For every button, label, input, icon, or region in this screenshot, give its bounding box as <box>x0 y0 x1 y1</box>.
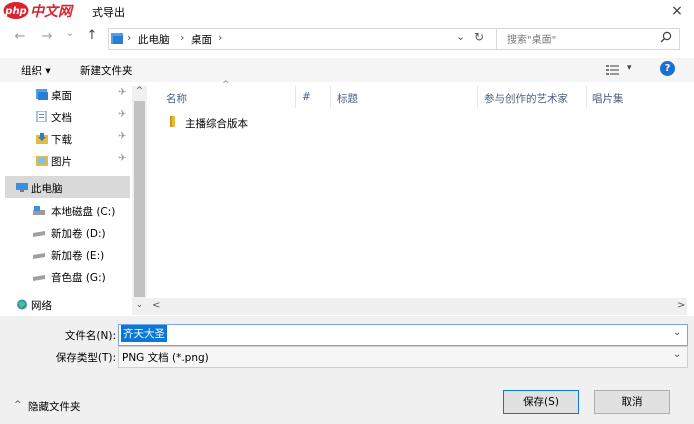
up-button[interactable]: ↑ <box>85 28 99 43</box>
file-name: 主播综合版本 <box>185 118 248 130</box>
column-header-artist[interactable]: 参与创作的艺术家 <box>484 91 568 106</box>
organize-button[interactable]: 组织 ▾ <box>21 63 51 78</box>
nav-item-label: 文档 <box>51 112 72 124</box>
breadcrumb-this-pc[interactable]: 此电脑 <box>138 32 170 47</box>
desktop-folder-icon <box>111 33 123 44</box>
hide-folders-button[interactable]: 隐藏文件夹 <box>28 399 81 414</box>
new-folder-button[interactable]: 新建文件夹 <box>80 63 133 78</box>
nav-item-label: 下载 <box>51 134 72 146</box>
documents-folder-icon <box>36 111 47 122</box>
search-placeholder: 搜索"桌面" <box>507 35 557 46</box>
column-separator[interactable] <box>586 86 587 108</box>
nav-item-label: 新加卷 (D:) <box>51 228 106 240</box>
breadcrumb-separator: › <box>218 31 223 44</box>
filename-input[interactable] <box>118 324 688 346</box>
scroll-left-arrow[interactable]: < <box>152 300 160 311</box>
sort-indicator: ^ <box>222 80 230 90</box>
horizontal-scrollbar[interactable] <box>147 298 687 315</box>
forward-button[interactable]: → <box>40 29 54 44</box>
column-separator[interactable] <box>330 86 331 108</box>
nav-item-label: 网络 <box>31 300 52 312</box>
nav-item-pictures[interactable]: 图片 ✈ <box>0 150 132 172</box>
drive-icon <box>33 253 45 259</box>
nav-item-label: 本地磁盘 (C:) <box>51 206 116 218</box>
breadcrumb-separator: › <box>180 31 185 44</box>
desktop-folder-icon <box>36 89 48 100</box>
nav-item-downloads[interactable]: 下载 ✈ <box>0 128 132 150</box>
back-button[interactable]: ← <box>13 29 27 44</box>
nav-item-label: 新加卷 (E:) <box>51 250 105 262</box>
drive-icon <box>33 231 45 237</box>
nav-item-drive-g[interactable]: 音色盘 (G:) <box>0 266 132 288</box>
column-header-album[interactable]: 唱片集 <box>592 91 624 106</box>
pin-icon[interactable]: ✈ <box>118 109 126 120</box>
nav-item-label: 此电脑 <box>31 183 63 195</box>
downloads-folder-icon <box>36 133 48 144</box>
nav-item-drive-d[interactable]: 新加卷 (D:) <box>0 222 132 244</box>
filetype-label: 保存类型(T): <box>55 352 116 364</box>
scroll-up-arrow[interactable]: ^ <box>132 86 147 96</box>
column-header-name[interactable]: 名称 <box>166 91 187 106</box>
column-separator[interactable] <box>295 86 296 108</box>
nav-item-desktop[interactable]: 桌面 ✈ <box>0 84 132 106</box>
view-options-icon[interactable] <box>606 64 619 75</box>
breadcrumb-separator: › <box>127 31 132 44</box>
svg-text:中文网: 中文网 <box>30 3 74 20</box>
filename-value[interactable]: 齐天大圣 <box>121 325 167 342</box>
search-icon[interactable] <box>660 31 672 43</box>
nav-scrollbar-thumb[interactable] <box>134 101 145 297</box>
filetype-dropdown[interactable]: ⌄ <box>673 349 681 360</box>
address-dropdown[interactable]: ⌄ <box>456 30 465 43</box>
svg-text:php: php <box>4 6 26 17</box>
nav-item-label: 桌面 <box>51 90 72 102</box>
nav-item-drive-c[interactable]: 本地磁盘 (C:) <box>0 200 132 222</box>
filename-dropdown[interactable]: ⌄ <box>673 327 681 338</box>
nav-item-network[interactable]: 网络 <box>0 294 132 316</box>
filetype-value: PNG 文档 (*.png) <box>122 352 209 364</box>
nav-item-drive-e[interactable]: 新加卷 (E:) <box>0 244 132 266</box>
hide-folders-chevron-icon[interactable]: ^ <box>14 400 22 410</box>
pin-icon[interactable]: ✈ <box>118 153 126 164</box>
close-button[interactable]: × <box>666 1 688 21</box>
column-header-title[interactable]: 标题 <box>337 91 358 106</box>
help-icon[interactable]: ? <box>660 61 675 76</box>
nav-item-label: 音色盘 (G:) <box>51 272 106 284</box>
column-header-number[interactable]: # <box>302 91 311 103</box>
refresh-button[interactable]: ↻ <box>474 30 484 44</box>
recent-locations-dropdown[interactable]: ⌄ <box>63 28 77 39</box>
pin-icon[interactable]: ✈ <box>118 131 126 142</box>
php-logo: php 中文网 <box>3 2 74 20</box>
view-dropdown[interactable]: ▾ <box>627 63 632 73</box>
filename-label: 文件名(N): <box>64 330 116 342</box>
save-button[interactable]: 保存(S) <box>503 390 579 414</box>
computer-icon <box>16 183 28 192</box>
nav-item-this-pc[interactable]: 此电脑 <box>0 177 132 199</box>
cancel-button[interactable]: 取消 <box>594 390 670 414</box>
network-icon <box>17 299 27 310</box>
folder-icon <box>170 116 175 127</box>
local-disk-icon <box>33 206 45 215</box>
window-title: 式导出 <box>92 6 125 19</box>
scroll-right-arrow[interactable]: > <box>677 300 685 311</box>
drive-icon <box>33 275 45 281</box>
breadcrumb-desktop[interactable]: 桌面 <box>191 32 212 47</box>
scroll-down-arrow[interactable]: ⌄ <box>132 300 147 310</box>
pin-icon[interactable]: ✈ <box>118 87 126 98</box>
nav-item-label: 图片 <box>51 156 72 168</box>
nav-item-documents[interactable]: 文档 ✈ <box>0 106 132 128</box>
pictures-folder-icon <box>36 156 48 166</box>
column-separator[interactable] <box>477 86 478 108</box>
